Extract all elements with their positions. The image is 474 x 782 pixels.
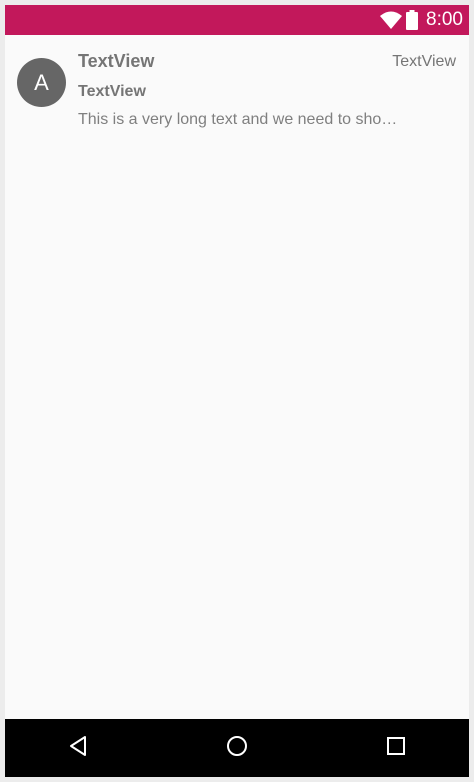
item-meta: TextView [392, 53, 456, 70]
item-title: TextView [78, 51, 155, 71]
battery-icon [406, 10, 419, 30]
status-icons: 8:00 [380, 5, 463, 35]
item-subtitle: TextView [78, 83, 146, 100]
recents-button[interactable] [366, 719, 426, 777]
status-bar: 8:00 [5, 5, 469, 35]
back-button[interactable] [48, 719, 108, 777]
device-screen: 8:00 A TextView TextView TextView This i… [5, 5, 469, 777]
avatar-letter: A [34, 69, 49, 95]
list-item[interactable]: A TextView TextView TextView This is a v… [5, 35, 469, 135]
navigation-bar [5, 719, 469, 777]
home-icon [225, 734, 249, 763]
wifi-icon [380, 11, 403, 29]
status-time: 8:00 [426, 9, 463, 30]
item-snippet: This is a very long text and we need to … [78, 111, 408, 128]
back-icon [68, 735, 88, 762]
avatar: A [17, 58, 66, 107]
home-button[interactable] [207, 719, 267, 777]
recents-icon [386, 736, 406, 761]
